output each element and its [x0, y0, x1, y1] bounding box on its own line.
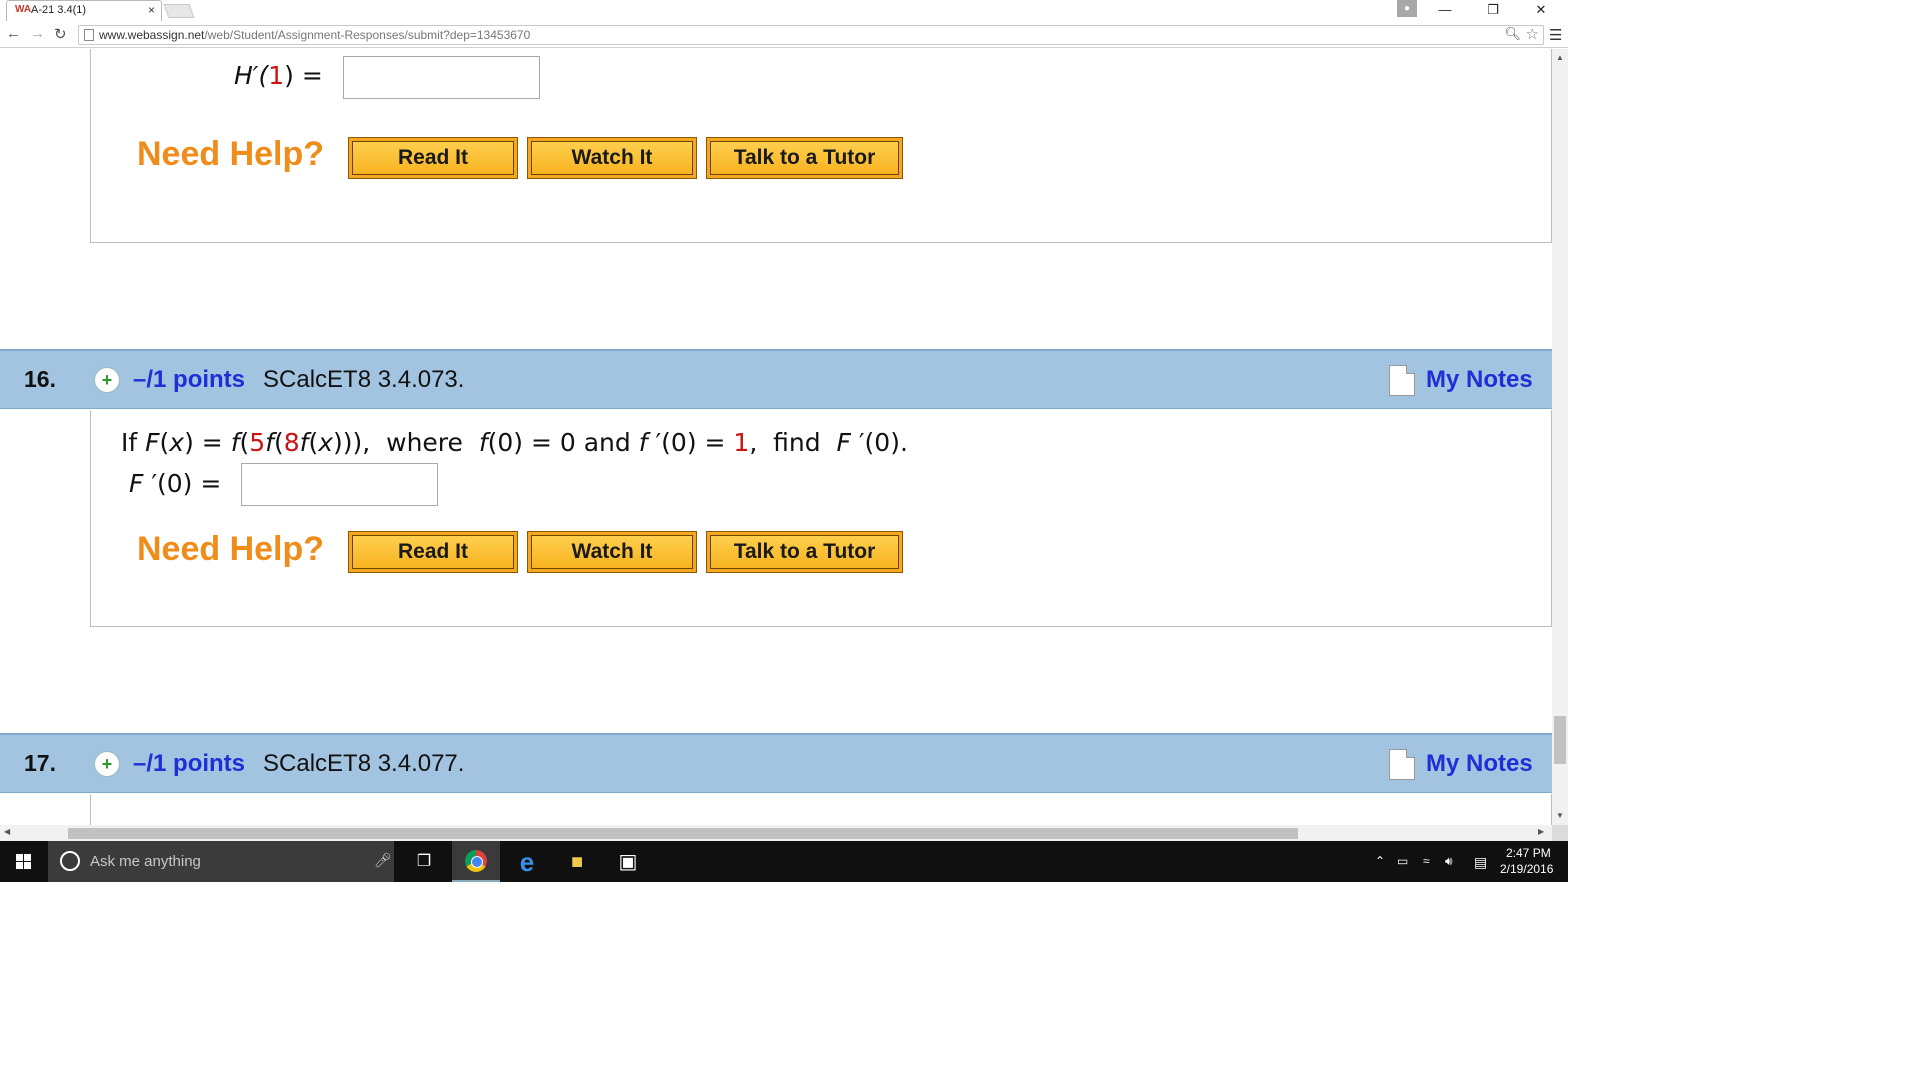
- battery-icon[interactable]: ▭: [1397, 854, 1408, 868]
- clock-date[interactable]: 2/19/2016: [1500, 862, 1553, 876]
- windows-taskbar: Ask me anything 🎤︎ ❐ e ■ ▣ ⌃ ▭ ≈ 🔊︎ 2:47…: [0, 841, 1568, 882]
- watch-it-button[interactable]: Watch It: [527, 137, 697, 179]
- talk-to-tutor-button[interactable]: Talk to a Tutor: [706, 531, 903, 573]
- answer-label-h-prime: H′(1) =: [234, 61, 323, 90]
- horizontal-scrollbar[interactable]: ◀ ▶: [0, 825, 1552, 841]
- webassign-favicon-icon: WA: [15, 4, 32, 15]
- forward-arrow-icon[interactable]: →: [30, 25, 45, 42]
- task-view-icon[interactable]: ❐: [408, 847, 440, 877]
- talk-to-tutor-button[interactable]: Talk to a Tutor: [706, 137, 903, 179]
- cortana-search-box[interactable]: Ask me anything 🎤︎: [48, 841, 394, 882]
- clock-time[interactable]: 2:47 PM: [1506, 846, 1551, 860]
- star-icon[interactable]: ☆: [1526, 25, 1539, 43]
- page-icon: [84, 29, 94, 41]
- scroll-up-icon[interactable]: ▲: [1556, 53, 1564, 62]
- read-it-button[interactable]: Read It: [348, 531, 518, 573]
- page-viewport: H′(1) = Need Help? Read It Watch It Talk…: [0, 49, 1552, 825]
- close-window-icon[interactable]: ✕: [1518, 0, 1564, 20]
- points-link[interactable]: –/1 points: [133, 366, 245, 394]
- url-text: www.webassign.net/web/Student/Assignment…: [99, 28, 531, 42]
- reload-icon[interactable]: ↻: [54, 25, 67, 43]
- chrome-icon: [465, 850, 487, 872]
- my-notes-link[interactable]: My Notes: [1426, 366, 1533, 394]
- new-tab-button[interactable]: [163, 4, 195, 18]
- volume-icon[interactable]: 🔊︎: [1445, 854, 1453, 869]
- restore-icon[interactable]: ❐: [1470, 0, 1516, 20]
- tab-close-icon[interactable]: ×: [148, 3, 155, 17]
- scroll-corner: [1552, 825, 1568, 841]
- answer-input-f-prime[interactable]: [241, 463, 438, 506]
- browser-tab[interactable]: WA A-21 3.4(1) ×: [6, 0, 162, 21]
- cortana-icon: [60, 851, 80, 871]
- horizontal-scroll-thumb[interactable]: [68, 828, 1298, 839]
- question-number: 17.: [24, 750, 56, 776]
- windows-start-icon[interactable]: [0, 841, 48, 882]
- question-number: 16.: [24, 366, 56, 392]
- zoom-icon[interactable]: 🔍︎: [1504, 26, 1521, 42]
- question-17-body: [90, 794, 1552, 825]
- answer-input-h-prime[interactable]: [343, 56, 540, 99]
- question-id: SCalcET8 3.4.077.: [263, 750, 465, 777]
- tray-chevron-icon[interactable]: ⌃: [1375, 854, 1385, 868]
- question-16-body: If F(x) = f(5f(8f(x))), where f(0) = 0 a…: [90, 410, 1552, 627]
- question-15-body: H′(1) = Need Help? Read It Watch It Talk…: [90, 49, 1552, 243]
- scroll-left-icon[interactable]: ◀: [4, 827, 10, 836]
- question-17-header: 17. + –/1 points SCalcET8 3.4.077. My No…: [0, 733, 1552, 793]
- menu-icon[interactable]: ☰: [1549, 26, 1562, 44]
- read-it-button[interactable]: Read It: [348, 137, 518, 179]
- plus-icon[interactable]: +: [94, 751, 120, 777]
- notes-icon[interactable]: [1389, 749, 1415, 780]
- watch-it-button[interactable]: Watch It: [527, 531, 697, 573]
- microphone-icon[interactable]: 🎤︎: [374, 852, 392, 869]
- tab-title: A-21 3.4(1): [31, 4, 87, 16]
- vertical-scrollbar[interactable]: ▲ ▼: [1552, 49, 1568, 825]
- store-icon[interactable]: ▣: [612, 847, 644, 877]
- minimize-icon[interactable]: —: [1422, 0, 1468, 20]
- question-id: SCalcET8 3.4.073.: [263, 366, 465, 393]
- file-explorer-icon[interactable]: ■: [561, 847, 593, 877]
- back-arrow-icon[interactable]: ←: [6, 25, 21, 42]
- browser-titlebar: WA A-21 3.4(1) × ● — ❐ ✕: [0, 0, 1568, 22]
- plus-icon[interactable]: +: [94, 367, 120, 393]
- need-help-label: Need Help?: [137, 530, 325, 568]
- profile-icon[interactable]: ●: [1397, 0, 1417, 17]
- question-statement: If F(x) = f(5f(8f(x))), where f(0) = 0 a…: [121, 428, 908, 457]
- vertical-scroll-thumb[interactable]: [1554, 716, 1566, 764]
- notes-icon[interactable]: [1389, 365, 1415, 396]
- action-center-icon[interactable]: ▤: [1474, 854, 1487, 871]
- question-16-header: 16. + –/1 points SCalcET8 3.4.073. My No…: [0, 349, 1552, 409]
- answer-label-f-prime: F ′(0) =: [129, 469, 222, 498]
- navigation-bar: ← → ↻ www.webassign.net/web/Student/Assi…: [0, 22, 1568, 48]
- scroll-down-icon[interactable]: ▼: [1556, 811, 1564, 820]
- chrome-taskbar-button[interactable]: [452, 841, 500, 882]
- need-help-label: Need Help?: [137, 135, 325, 173]
- points-link[interactable]: –/1 points: [133, 750, 245, 778]
- edge-icon[interactable]: e: [511, 847, 543, 877]
- address-bar[interactable]: www.webassign.net/web/Student/Assignment…: [78, 25, 1544, 45]
- scroll-right-icon[interactable]: ▶: [1538, 827, 1544, 836]
- search-placeholder: Ask me anything: [90, 853, 201, 870]
- my-notes-link[interactable]: My Notes: [1426, 750, 1533, 778]
- wifi-icon[interactable]: ≈: [1423, 854, 1430, 868]
